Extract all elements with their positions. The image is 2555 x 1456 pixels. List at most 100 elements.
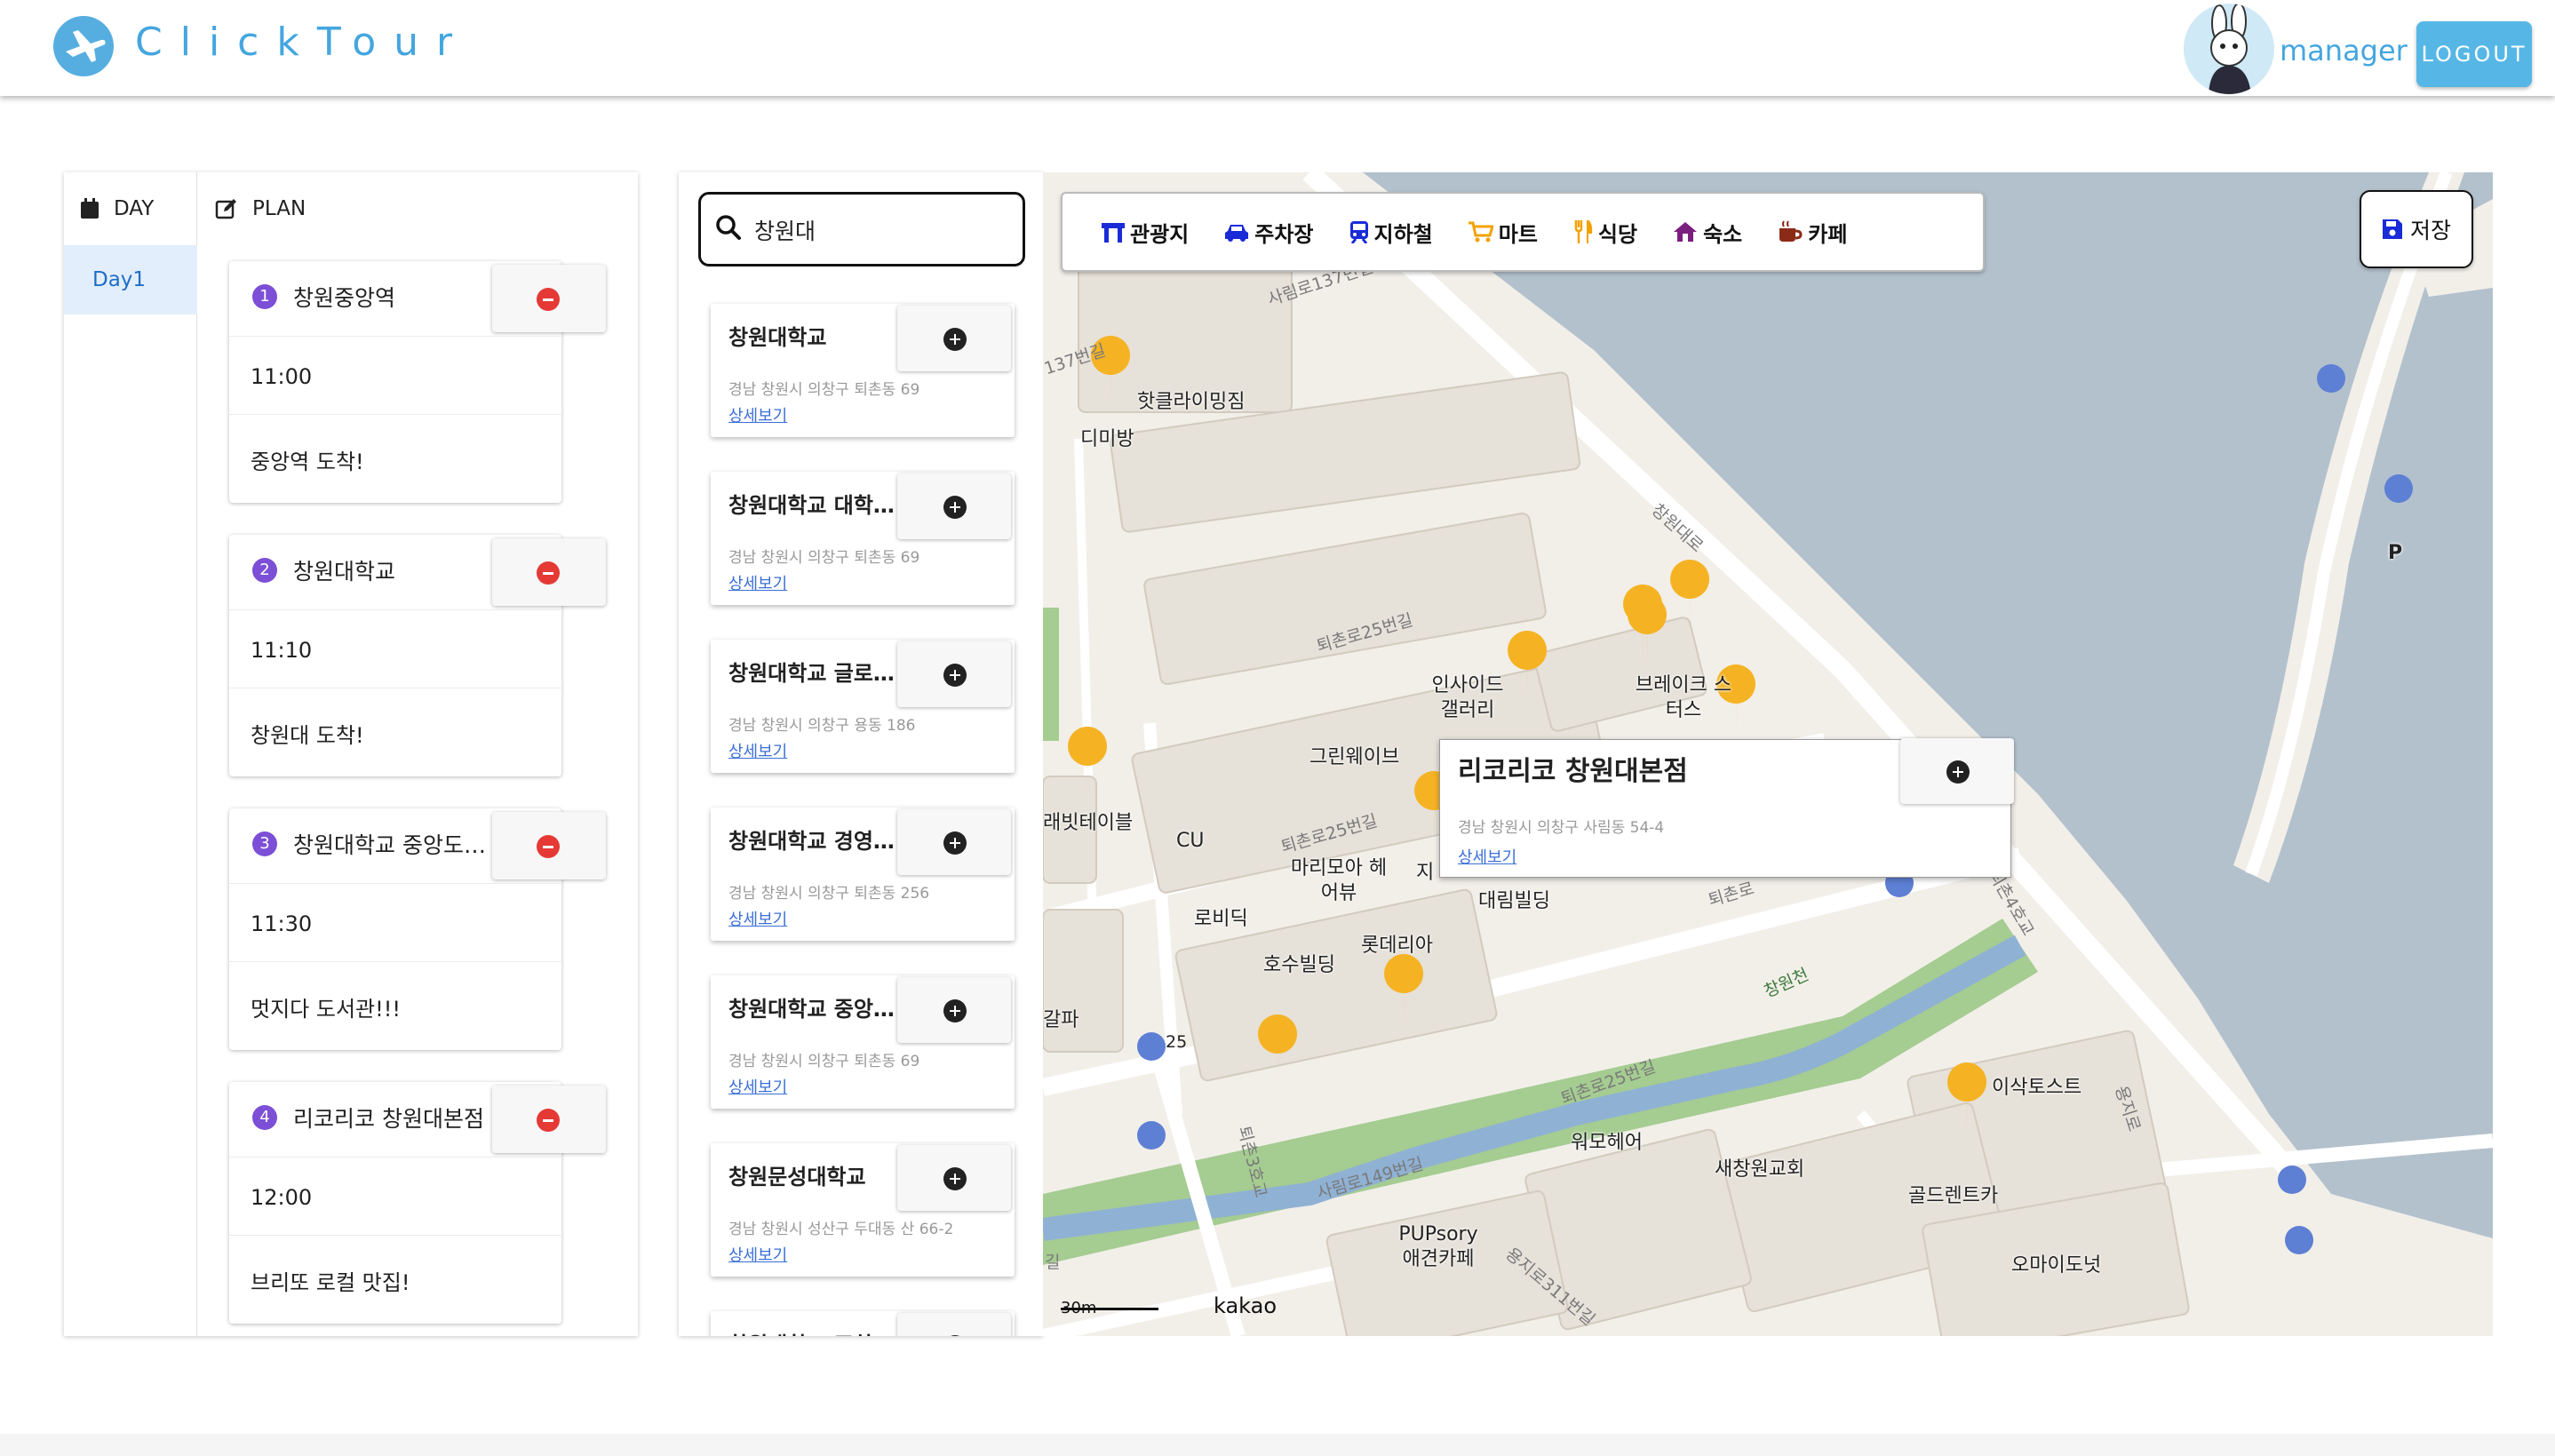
remove-plan-button[interactable] [492, 538, 606, 606]
search-result-card[interactable]: 창원대학교 조차… [711, 1311, 1015, 1336]
map-place-label[interactable]: 새창원교회 [1715, 1153, 1804, 1182]
logout-button[interactable]: LOGOUT [2416, 21, 2532, 87]
plus-circle-icon [943, 999, 967, 1022]
map-place-label[interactable]: 이삭토스트 [1992, 1071, 2081, 1100]
app-logo-text[interactable]: ClickTour [135, 12, 470, 73]
plan-title-text: 창원중앙역 [293, 285, 396, 311]
landmark-icon [1102, 223, 1125, 243]
search-input[interactable] [754, 212, 1012, 248]
map-place-label[interactable]: 디미방 [1080, 423, 1134, 451]
remove-plan-button[interactable] [492, 812, 606, 879]
category-tourist-spot[interactable]: 관광지 [1102, 217, 1189, 248]
popup-address: 경남 창원시 의창구 사림동 54-4 [1458, 819, 1665, 837]
plan-card[interactable]: 4 리코리코 창원대본점 12:00 브리또 로컬 맛집! [229, 1082, 606, 1324]
plan-memo[interactable]: 창원대 도착! [251, 718, 364, 749]
map-place-label[interactable]: 워모헤어 [1571, 1126, 1643, 1155]
plan-memo[interactable]: 멋지다 도서관!!! [251, 991, 401, 1022]
category-parking[interactable]: 주차장 [1224, 217, 1314, 248]
search-result-card[interactable]: 창원대학교 중앙… 경남 창원시 의창구 퇴촌동 69 상세보기 [711, 975, 1015, 1109]
plan-time[interactable]: 11:30 [251, 911, 312, 936]
map-place-label[interactable]: 래빗테이블 [1043, 807, 1133, 835]
avatar[interactable] [2184, 4, 2274, 94]
add-place-button[interactable] [897, 1145, 1011, 1211]
detail-link[interactable]: 상세보기 [728, 571, 787, 594]
map-brand-label: kakao [1214, 1293, 1278, 1318]
map-place-label[interactable]: PUPsory 애견카페 [1389, 1222, 1487, 1272]
plan-card-title: 4 리코리코 창원대본점 [252, 1102, 501, 1134]
map-place-label[interactable]: 인사이드 갤러리 [1423, 673, 1512, 723]
category-mart[interactable]: 마트 [1468, 217, 1538, 248]
save-button[interactable]: 저장 [2360, 190, 2473, 268]
plane-logo-icon[interactable] [53, 16, 114, 76]
result-address: 경남 창원시 의창구 퇴촌동 256 [728, 885, 930, 903]
detail-link[interactable]: 상세보기 [728, 1243, 787, 1266]
map-road-label: 길 [1045, 1253, 1061, 1272]
search-result-card[interactable]: 창원문성대학교 경남 창원시 성산구 두대동 산 66-2 상세보기 [711, 1143, 1015, 1277]
search-result-card[interactable]: 창원대학교 경영… 경남 창원시 의창구 퇴촌동 256 상세보기 [711, 808, 1015, 941]
search-result-card[interactable]: 창원대학교 대학… 경남 창원시 의창구 퇴촌동 69 상세보기 [711, 472, 1015, 605]
plan-number-badge: 2 [252, 558, 277, 583]
plus-circle-icon [943, 831, 967, 855]
category-lodging[interactable]: 숙소 [1673, 217, 1742, 248]
remove-plan-button[interactable] [492, 265, 606, 332]
plan-card[interactable]: 3 창원대학교 중앙도… 11:30 멋지다 도서관!!! [229, 808, 606, 1050]
plan-header-label: PLAN [252, 197, 306, 220]
day-header-label: DAY [114, 197, 155, 220]
map-place-label[interactable]: 그린웨이브 [1309, 741, 1399, 769]
plan-card[interactable]: 1 창원중앙역 11:00 중앙역 도착! [229, 261, 606, 503]
add-place-button[interactable] [897, 1313, 1011, 1336]
plan-time[interactable]: 11:10 [251, 638, 312, 663]
map-place-label[interactable]: 로비딕 [1194, 903, 1248, 931]
map-place-label[interactable]: CU [1176, 830, 1204, 852]
map-place-label[interactable]: 지 [1416, 856, 1434, 885]
map-place-label[interactable]: 갈파 [1043, 1004, 1079, 1032]
day-item-day1[interactable]: Day1 [64, 245, 197, 314]
add-place-button[interactable] [897, 473, 1011, 539]
map-place-label[interactable]: 대림빌딩 [1478, 885, 1550, 913]
plan-title-text: 창원대학교 [293, 559, 396, 585]
subway-icon [1349, 221, 1368, 243]
map-view[interactable]: 핫클라이밍짐 디미방 인사이드 갤러리 브레이크 스터스 그린웨이브 래빗테이블… [1043, 172, 2493, 1336]
search-box[interactable] [698, 192, 1025, 267]
search-result-card[interactable]: 창원대학교 경남 창원시 의창구 퇴촌동 69 상세보기 [711, 304, 1015, 437]
add-place-button[interactable] [897, 977, 1011, 1043]
cart-icon [1468, 221, 1493, 243]
plan-time[interactable]: 11:00 [251, 364, 312, 389]
category-restaurant[interactable]: 식당 [1573, 217, 1637, 248]
map-place-label[interactable]: 롯데리아 [1361, 929, 1433, 958]
add-place-button[interactable] [897, 306, 1011, 371]
add-place-button[interactable] [897, 641, 1011, 707]
plan-number-badge: 1 [252, 284, 277, 309]
result-title: 창원대학교 중앙… [728, 997, 895, 1022]
detail-link[interactable]: 상세보기 [728, 907, 787, 930]
map-place-label[interactable]: 호수빌딩 [1263, 949, 1335, 977]
plan-time[interactable]: 12:00 [251, 1185, 312, 1210]
place-info-popup: 리코리코 창원대본점 경남 창원시 의창구 사림동 54-4 상세보기 [1439, 738, 2014, 878]
remove-plan-button[interactable] [492, 1086, 606, 1153]
plan-card[interactable]: 2 창원대학교 11:10 창원대 도착! [229, 535, 606, 776]
result-address: 경남 창원시 의창구 퇴촌동 69 [728, 549, 920, 567]
plus-circle-icon [943, 328, 967, 351]
map-place-label[interactable]: 오마이도넛 [2011, 1249, 2101, 1277]
map-place-label[interactable]: 마리모아 헤어뷰 [1290, 856, 1388, 906]
result-address: 경남 창원시 의창구 퇴촌동 69 [728, 381, 920, 399]
detail-link[interactable]: 상세보기 [728, 403, 787, 426]
plan-card-title: 3 창원대학교 중앙도… [252, 828, 501, 860]
search-result-card[interactable]: 창원대학교 글로… 경남 창원시 의창구 용동 186 상세보기 [711, 640, 1015, 773]
plus-circle-icon [1946, 760, 1970, 784]
plan-memo[interactable]: 중앙역 도착! [251, 444, 364, 475]
plan-number-badge: 4 [252, 1105, 277, 1130]
map-place-label[interactable]: 골드렌트카 [1908, 1180, 1998, 1208]
add-place-button[interactable] [1900, 738, 2014, 804]
detail-link[interactable]: 상세보기 [728, 739, 787, 762]
detail-link[interactable]: 상세보기 [728, 1075, 787, 1098]
plan-memo[interactable]: 브리또 로컬 맛집! [251, 1265, 410, 1296]
category-cafe[interactable]: 카페 [1778, 217, 1847, 248]
map-place-label[interactable]: 브레이크 스터스 [1635, 673, 1732, 723]
map-place-label[interactable]: P [2388, 542, 2402, 564]
popup-detail-link[interactable]: 상세보기 [1458, 845, 1516, 868]
utensils-icon [1574, 220, 1593, 243]
map-place-label[interactable]: 핫클라이밍짐 [1137, 386, 1245, 414]
add-place-button[interactable] [897, 809, 1011, 875]
category-subway[interactable]: 지하철 [1349, 217, 1433, 248]
